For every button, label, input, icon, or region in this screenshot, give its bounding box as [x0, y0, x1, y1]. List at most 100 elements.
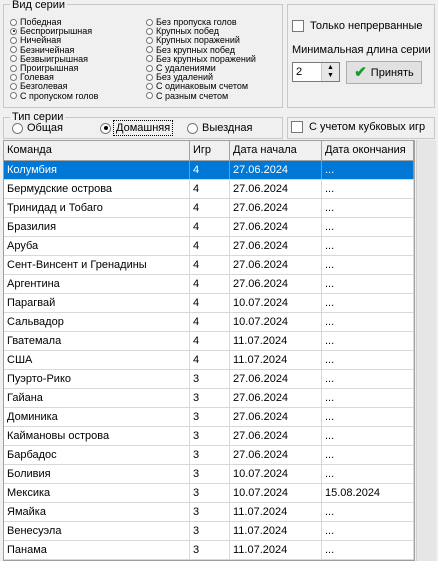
spin-down-icon[interactable]: ▼: [327, 72, 334, 80]
cell-end-date: ...: [322, 427, 414, 445]
series-type-radio[interactable]: Выездная: [187, 122, 253, 134]
radio-indicator[interactable]: [187, 122, 198, 134]
cell-games: 4: [190, 256, 230, 274]
accept-button[interactable]: ✔ Принять: [346, 61, 422, 84]
cell-games: 4: [190, 218, 230, 236]
cell-start-date: 27.06.2024: [230, 275, 322, 293]
radio-indicator[interactable]: [146, 64, 153, 72]
cell-games: 3: [190, 484, 230, 502]
cell-team: Бермудские острова: [4, 180, 190, 198]
vertical-scrollbar[interactable]: [416, 140, 436, 561]
only-continuous-checkbox[interactable]: Только непрерванные: [292, 20, 423, 32]
radio-indicator[interactable]: [146, 36, 153, 44]
radio-label: С разным счетом: [156, 90, 229, 101]
cell-start-date: 27.06.2024: [230, 237, 322, 255]
cell-games: 4: [190, 180, 230, 198]
table-row[interactable]: Сальвадор 4 10.07.2024...: [4, 313, 414, 332]
radio-indicator[interactable]: [146, 46, 153, 54]
column-header-start-date[interactable]: Дата начала: [230, 141, 322, 160]
table-row[interactable]: Пуэрто-Рико 3 27.06.2024...: [4, 370, 414, 389]
cell-games: 3: [190, 503, 230, 521]
cell-team: Тринидад и Тобаго: [4, 199, 190, 217]
table-row[interactable]: Сент-Винсент и Гренадины 4 27.06.2024...: [4, 256, 414, 275]
cell-end-date: ...: [322, 522, 414, 540]
table-row[interactable]: Мексика 3 10.07.2024 15.08.2024: [4, 484, 414, 503]
cell-games: 4: [190, 313, 230, 331]
cell-start-date: 11.07.2024: [230, 332, 322, 350]
spinner-arrows[interactable]: ▲ ▼: [321, 63, 339, 81]
radio-indicator[interactable]: [100, 122, 111, 134]
radio-indicator[interactable]: [10, 92, 17, 100]
radio-indicator[interactable]: [10, 82, 17, 90]
radio-indicator[interactable]: [10, 46, 17, 54]
cell-start-date: 27.06.2024: [230, 180, 322, 198]
radio-indicator[interactable]: [12, 122, 23, 134]
table-row[interactable]: Барбадос 3 27.06.2024...: [4, 446, 414, 465]
cell-team: Мексика: [4, 484, 190, 502]
cell-games: 3: [190, 522, 230, 540]
radio-indicator[interactable]: [10, 27, 17, 35]
only-continuous-label: Только непрерванные: [310, 20, 423, 32]
table-row[interactable]: Венесуэла 3 11.07.2024...: [4, 522, 414, 541]
table-row[interactable]: Ямайка 3 11.07.2024...: [4, 503, 414, 522]
radio-indicator[interactable]: [146, 82, 153, 90]
table-row[interactable]: Колумбия 4 27.06.2024...: [4, 161, 414, 180]
cell-end-date: ...: [322, 389, 414, 407]
cell-games: 3: [190, 408, 230, 426]
series-kind-radio[interactable]: С разным счетом: [146, 91, 228, 101]
cell-end-date: ...: [322, 332, 414, 350]
cell-end-date: ...: [322, 161, 414, 179]
min-length-spinner[interactable]: 2 ▲ ▼: [292, 62, 340, 82]
table-row[interactable]: Гайана 3 27.06.2024...: [4, 389, 414, 408]
radio-indicator[interactable]: [10, 18, 17, 26]
cell-end-date: ...: [322, 313, 414, 331]
series-table[interactable]: Команда Игр Дата начала Дата окончания К…: [3, 140, 415, 561]
series-kind-radio[interactable]: С пропуском голов: [10, 91, 98, 101]
column-header-games[interactable]: Игр: [190, 141, 230, 160]
cell-team: Ямайка: [4, 503, 190, 521]
radio-indicator[interactable]: [10, 55, 17, 63]
table-row[interactable]: Каймановы острова 3 27.06.2024...: [4, 427, 414, 446]
radio-indicator[interactable]: [146, 73, 153, 81]
cell-start-date: 11.07.2024: [230, 503, 322, 521]
radio-label: Выездная: [202, 122, 253, 134]
series-type-radio[interactable]: Домашняя: [100, 120, 174, 136]
radio-indicator[interactable]: [10, 36, 17, 44]
cell-team: Гайана: [4, 389, 190, 407]
table-row[interactable]: Гватемала 4 11.07.2024...: [4, 332, 414, 351]
table-row[interactable]: США 4 11.07.2024...: [4, 351, 414, 370]
table-row[interactable]: Бермудские острова 4 27.06.2024...: [4, 180, 414, 199]
table-row[interactable]: Доминика 3 27.06.2024...: [4, 408, 414, 427]
table-row[interactable]: Бразилия 4 27.06.2024...: [4, 218, 414, 237]
cell-start-date: 11.07.2024: [230, 351, 322, 369]
accept-label: Принять: [370, 66, 414, 79]
table-row[interactable]: Аргентина 4 27.06.2024...: [4, 275, 414, 294]
cell-team: Венесуэла: [4, 522, 190, 540]
radio-indicator[interactable]: [10, 73, 17, 81]
checkbox-box[interactable]: [292, 20, 304, 32]
min-length-value[interactable]: 2: [293, 63, 321, 81]
column-header-team[interactable]: Команда: [4, 141, 190, 160]
series-type-radio[interactable]: Общая: [12, 122, 63, 134]
cell-team: Барбадос: [4, 446, 190, 464]
radio-indicator[interactable]: [10, 64, 17, 72]
checkbox-box[interactable]: [291, 121, 303, 133]
cell-team: Сент-Винсент и Гренадины: [4, 256, 190, 274]
cell-start-date: 27.06.2024: [230, 446, 322, 464]
table-row[interactable]: Парагвай 4 10.07.2024...: [4, 294, 414, 313]
radio-indicator[interactable]: [146, 55, 153, 63]
cell-start-date: 27.06.2024: [230, 427, 322, 445]
spin-up-icon[interactable]: ▲: [327, 64, 334, 72]
table-row[interactable]: Панама 3 11.07.2024...: [4, 541, 414, 560]
table-row[interactable]: Аруба 4 27.06.2024...: [4, 237, 414, 256]
cup-games-checkbox[interactable]: С учетом кубковых игр: [291, 121, 425, 133]
cell-team: Парагвай: [4, 294, 190, 312]
column-header-end-date[interactable]: Дата окончания: [322, 141, 414, 160]
radio-indicator[interactable]: [146, 27, 153, 35]
table-row[interactable]: Боливия 3 10.07.2024...: [4, 465, 414, 484]
radio-indicator[interactable]: [146, 92, 153, 100]
cell-end-date: ...: [322, 256, 414, 274]
radio-indicator[interactable]: [146, 18, 153, 26]
cell-games: 4: [190, 161, 230, 179]
table-row[interactable]: Тринидад и Тобаго 4 27.06.2024...: [4, 199, 414, 218]
